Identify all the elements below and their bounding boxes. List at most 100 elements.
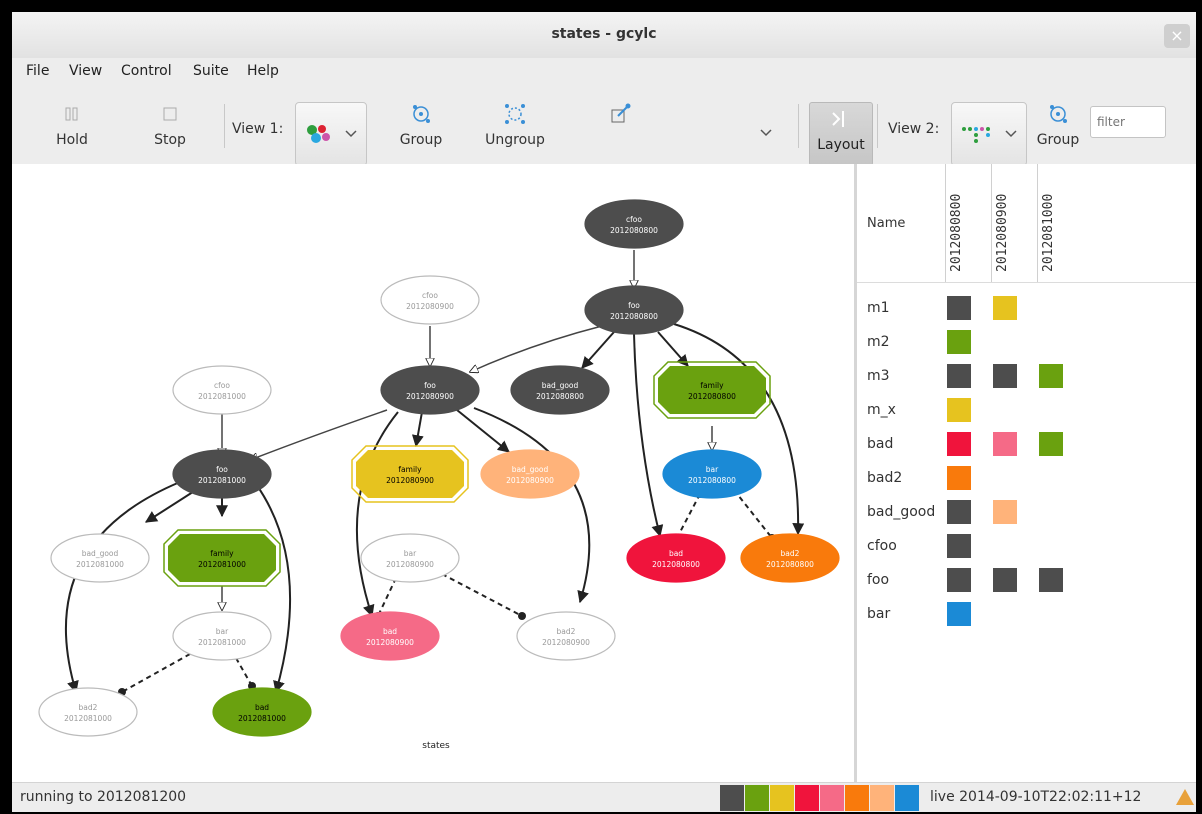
task-name: bad2 bbox=[867, 470, 903, 486]
graph-node-bad2[interactable]: bad2 2012080900 bbox=[516, 611, 616, 661]
graph-node-family[interactable]: family 2012080900 bbox=[351, 445, 469, 503]
filter-input[interactable] bbox=[1090, 106, 1166, 138]
grid-row-bad2[interactable]: bad2 bbox=[857, 462, 1196, 496]
graph-node-bar[interactable]: bar 2012080800 bbox=[662, 449, 762, 499]
node-cycle-point: 2012080800 bbox=[652, 560, 700, 569]
state-legend-swatch[interactable] bbox=[795, 785, 819, 811]
graph-node-bad[interactable]: bad 2012081000 bbox=[212, 687, 312, 737]
overflow-chevron-button[interactable] bbox=[758, 126, 774, 142]
menu-file[interactable]: File bbox=[26, 63, 49, 79]
group2-button[interactable]: Group bbox=[1035, 102, 1081, 148]
state-legend-swatch[interactable] bbox=[770, 785, 794, 811]
layout-toggle-button[interactable]: Layout bbox=[809, 102, 873, 166]
task-state-cell[interactable] bbox=[1039, 432, 1063, 456]
node-cycle-point: 2012080900 bbox=[386, 476, 434, 485]
task-state-cell[interactable] bbox=[993, 432, 1017, 456]
task-state-cell[interactable] bbox=[947, 602, 971, 626]
node-cycle-point: 2012081000 bbox=[198, 560, 246, 569]
column-header[interactable]: 2012080800 bbox=[949, 194, 964, 272]
graph-node-bar[interactable]: bar 2012081000 bbox=[172, 611, 272, 661]
ungroup-button[interactable]: Ungroup bbox=[482, 102, 548, 148]
task-name: m2 bbox=[867, 334, 890, 350]
task-state-cell[interactable] bbox=[993, 568, 1017, 592]
graph-node-cfoo[interactable]: cfoo 2012081000 bbox=[172, 365, 272, 415]
menu-suite[interactable]: Suite bbox=[193, 63, 229, 79]
grid-row-m3[interactable]: m3 bbox=[857, 360, 1196, 394]
ungroup-icon bbox=[505, 104, 525, 124]
title-bar[interactable]: states - gcylc × bbox=[12, 12, 1196, 58]
hold-button[interactable]: Hold bbox=[52, 102, 92, 148]
graph-node-bar[interactable]: bar 2012080900 bbox=[360, 533, 460, 583]
grid-row-bar[interactable]: bar bbox=[857, 598, 1196, 632]
state-legend-swatch[interactable] bbox=[820, 785, 844, 811]
task-state-cell[interactable] bbox=[947, 568, 971, 592]
grid-row-m_x[interactable]: m_x bbox=[857, 394, 1196, 428]
graph-view[interactable]: cfoo 2012080800 foo 2012080800 cfoo 201208090… bbox=[12, 164, 854, 782]
view2-selector[interactable] bbox=[951, 102, 1027, 166]
group-button[interactable]: Group bbox=[396, 102, 446, 148]
grid-row-foo[interactable]: foo bbox=[857, 564, 1196, 598]
task-state-cell[interactable] bbox=[947, 398, 971, 422]
menu-help[interactable]: Help bbox=[247, 63, 279, 79]
dot-grid-view[interactable]: Name 2012080800 2012080900 2012081000 m1… bbox=[857, 164, 1196, 782]
edge bbox=[677, 490, 704, 537]
edge bbox=[456, 409, 510, 453]
graph-node-family[interactable]: family 2012080800 bbox=[653, 361, 771, 419]
state-legend-swatch[interactable] bbox=[870, 785, 894, 811]
task-state-cell[interactable] bbox=[947, 466, 971, 490]
graph-node-bad_good[interactable]: bad_good 2012080800 bbox=[510, 365, 610, 415]
task-state-cell[interactable] bbox=[993, 296, 1017, 320]
task-state-cell[interactable] bbox=[1039, 364, 1063, 388]
graph-node-bad2[interactable]: bad2 2012080800 bbox=[740, 533, 840, 583]
gcylc-window: states - gcylc × File View Control Suite… bbox=[12, 12, 1196, 812]
graph-node-bad[interactable]: bad 2012080900 bbox=[340, 611, 440, 661]
task-state-cell[interactable] bbox=[947, 364, 971, 388]
graph-node-bad_good[interactable]: bad_good 2012081000 bbox=[50, 533, 150, 583]
transpose-button[interactable] bbox=[600, 102, 640, 126]
grid-row-m2[interactable]: m2 bbox=[857, 326, 1196, 360]
task-state-cell[interactable] bbox=[947, 432, 971, 456]
graph-node-bad[interactable]: bad 2012080800 bbox=[626, 533, 726, 583]
task-state-cell[interactable] bbox=[993, 364, 1017, 388]
view1-selector[interactable] bbox=[295, 102, 367, 166]
state-legend-swatch[interactable] bbox=[845, 785, 869, 811]
graph-node-cfoo[interactable]: cfoo 2012080900 bbox=[380, 275, 480, 325]
task-name: bad_good bbox=[867, 504, 936, 520]
graph-node-foo[interactable]: foo 2012080800 bbox=[584, 285, 684, 335]
task-state-cell[interactable] bbox=[947, 500, 971, 524]
state-legend-swatch[interactable] bbox=[895, 785, 919, 811]
task-state-cell[interactable] bbox=[1039, 568, 1063, 592]
task-state-cell[interactable] bbox=[947, 330, 971, 354]
grid-row-m1[interactable]: m1 bbox=[857, 292, 1196, 326]
state-legend-swatch[interactable] bbox=[745, 785, 769, 811]
column-header[interactable]: 2012080900 bbox=[995, 194, 1010, 272]
menu-view[interactable]: View bbox=[69, 63, 102, 79]
graph-node-bad2[interactable]: bad2 2012081000 bbox=[38, 687, 138, 737]
task-state-cell[interactable] bbox=[947, 296, 971, 320]
stop-button[interactable]: Stop bbox=[148, 102, 192, 148]
task-state-cell[interactable] bbox=[947, 534, 971, 558]
node-cycle-point: 2012081000 bbox=[64, 714, 112, 723]
node-cycle-point: 2012080800 bbox=[610, 312, 658, 321]
dependency-graph[interactable]: cfoo 2012080800 foo 2012080800 cfoo 201208090… bbox=[12, 164, 854, 782]
warning-icon[interactable] bbox=[1176, 789, 1194, 805]
graph-node-family[interactable]: family 2012081000 bbox=[163, 529, 281, 587]
menu-control[interactable]: Control bbox=[121, 63, 172, 79]
column-header[interactable]: 2012081000 bbox=[1041, 194, 1056, 272]
node-name: bar bbox=[706, 465, 719, 474]
node-name: bar bbox=[216, 627, 229, 636]
state-legend-swatch[interactable] bbox=[720, 785, 744, 811]
graph-node-foo[interactable]: foo 2012080900 bbox=[380, 365, 480, 415]
toolbar-separator bbox=[877, 104, 878, 148]
grid-row-cfoo[interactable]: cfoo bbox=[857, 530, 1196, 564]
grid-row-bad[interactable]: bad bbox=[857, 428, 1196, 462]
task-state-cell[interactable] bbox=[993, 500, 1017, 524]
close-button[interactable]: × bbox=[1164, 24, 1190, 48]
node-name: bad2 bbox=[79, 703, 98, 712]
grid-row-bad_good[interactable]: bad_good bbox=[857, 496, 1196, 530]
graph-node-cfoo[interactable]: cfoo 2012080800 bbox=[584, 199, 684, 249]
graph-node-foo[interactable]: foo 2012081000 bbox=[172, 449, 272, 499]
task-name: bar bbox=[867, 606, 891, 622]
graph-node-bad_good[interactable]: bad_good 2012080900 bbox=[480, 449, 580, 499]
node-cycle-point: 2012080900 bbox=[506, 476, 554, 485]
